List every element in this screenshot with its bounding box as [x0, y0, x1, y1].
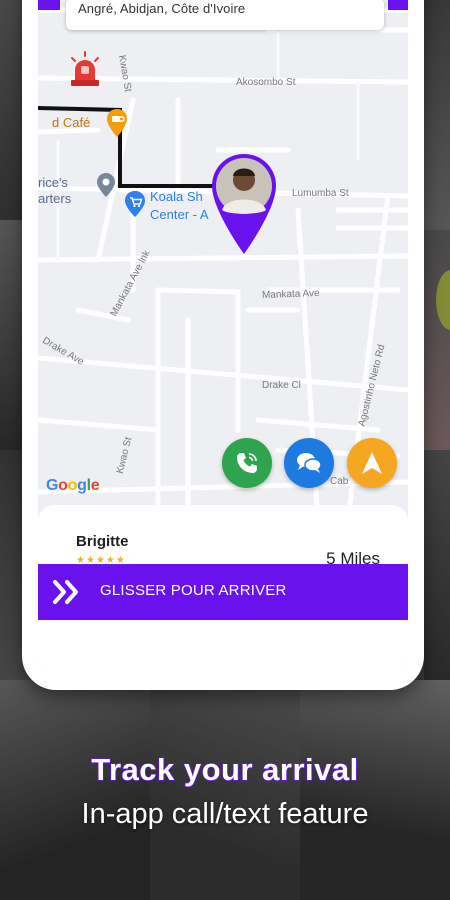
double-chevron-right-icon [53, 580, 78, 604]
siren-icon [71, 51, 99, 86]
driver-name: Brigitte [76, 533, 129, 550]
chat-button[interactable] [284, 438, 334, 488]
promo-subtitle: In-app call/text feature [81, 798, 369, 830]
store-label: Center - A [150, 207, 209, 222]
cafe-pin-icon [107, 109, 127, 137]
navigate-button[interactable] [347, 438, 397, 488]
promo-title: Track your arrival [91, 751, 360, 788]
driver-marker-icon[interactable] [210, 152, 278, 256]
street-label: Drake Cl [262, 380, 301, 391]
poi-label: rice's [38, 175, 68, 190]
pickup-address: Angré, Abidjan, Côte d'Ivoire [78, 1, 246, 16]
location-pin-icon [97, 173, 115, 197]
street-label: Akosombo St [236, 77, 296, 88]
street-label: Cab [330, 476, 349, 487]
google-attribution: Google [46, 477, 100, 494]
cafe-label: d Café [52, 115, 91, 130]
phone-mockup: Angré, Abidjan, Côte d'Ivoire Akosombo S… [22, 0, 424, 690]
call-button[interactable] [222, 438, 272, 488]
poi-label: arters [38, 191, 72, 206]
navigation-arrow-icon [362, 452, 382, 474]
street-label: Lumumba St [292, 188, 349, 199]
shopping-cart-icon [125, 191, 145, 217]
map-view[interactable]: Angré, Abidjan, Côte d'Ivoire Akosombo S… [38, 0, 408, 523]
store-label: Koala Sh [150, 189, 203, 204]
phone-icon [237, 453, 257, 473]
slide-to-arrive-button[interactable]: GLISSER POUR ARRIVER [38, 564, 408, 620]
header-accent [388, 0, 408, 10]
app-screen: Angré, Abidjan, Côte d'Ivoire Akosombo S… [38, 0, 408, 676]
slide-label: GLISSER POUR ARRIVER [100, 582, 287, 599]
street-label: Mankata Ave [261, 287, 320, 302]
pickup-address-bar[interactable]: Angré, Abidjan, Côte d'Ivoire [38, 0, 408, 30]
chat-bubbles-icon [297, 453, 322, 473]
header-accent [38, 0, 60, 10]
